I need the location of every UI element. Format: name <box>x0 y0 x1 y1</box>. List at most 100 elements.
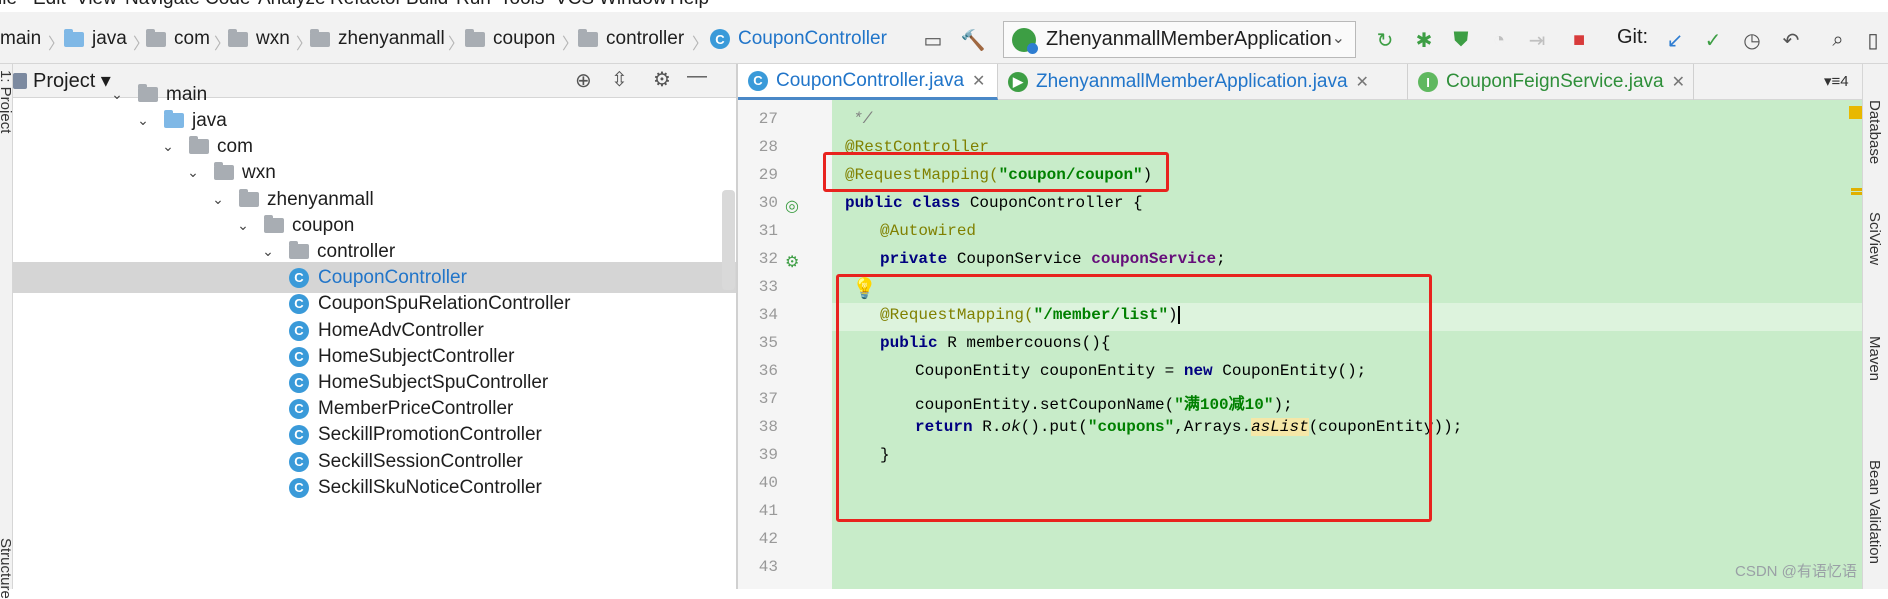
editor-tab-bar: C CouponController.java ✕ ▶ ZhenyanmallM… <box>738 64 1862 100</box>
package-icon <box>146 28 166 47</box>
breadcrumb-main[interactable]: main <box>0 26 41 52</box>
search-icon[interactable]: ⌕ <box>1823 26 1853 54</box>
tab-list-dropdown[interactable]: ▾≡4 <box>1824 72 1849 90</box>
close-icon[interactable]: ✕ <box>972 71 985 91</box>
project-scrollbar[interactable] <box>722 190 735 290</box>
menu-help[interactable]: Help <box>670 0 709 10</box>
tab-coupon-controller[interactable]: C CouponController.java ✕ <box>738 64 998 100</box>
project-tool-tab[interactable]: 1: Project <box>0 70 14 133</box>
profiler-icon[interactable]: ◔ <box>1484 26 1514 54</box>
git-label: Git: <box>1617 26 1649 48</box>
run-configuration-dropdown[interactable]: ZhenyanmallMemberApplication ⌄ <box>1003 21 1356 58</box>
breadcrumb-label: zhenyanmall <box>338 28 445 49</box>
tree-item-label: SeckillSkuNoticeController <box>318 476 542 498</box>
breadcrumb-label: controller <box>606 28 685 49</box>
database-tool-tab[interactable]: Database <box>1866 100 1883 164</box>
tab-label: CouponFeignService.java <box>1446 71 1664 92</box>
breadcrumb-label: CouponController <box>738 28 887 49</box>
breadcrumb-coupon[interactable]: coupon <box>465 26 555 52</box>
menu-build[interactable]: Build <box>406 0 448 10</box>
run-configurations-icon[interactable]: ▭ <box>918 26 948 54</box>
tab-label: ZhenyanmallMemberApplication.java <box>1036 71 1348 92</box>
breadcrumb-java[interactable]: java <box>64 26 127 52</box>
sciview-tool-tab[interactable]: SciView <box>1866 212 1883 265</box>
maven-tool-tab[interactable]: Maven <box>1866 336 1883 381</box>
menu-analyze[interactable]: Analyze <box>258 0 326 10</box>
rerun-icon[interactable]: ↻ <box>1370 26 1400 54</box>
rollback-icon[interactable]: ↶ <box>1776 26 1806 54</box>
class-icon: C <box>289 398 309 419</box>
menu-file[interactable]: ile <box>0 0 17 10</box>
structure-tool-tab[interactable]: Structure <box>0 538 14 599</box>
tree-item-class[interactable]: C SeckillSkuNoticeController <box>13 472 736 503</box>
breadcrumb-label: coupon <box>493 28 556 49</box>
breadcrumb-separator: 〉 <box>692 36 709 53</box>
menu-navigate[interactable]: Navigate <box>125 0 200 10</box>
close-icon[interactable]: ✕ <box>1672 72 1685 92</box>
breadcrumb-wxn[interactable]: wxn <box>228 26 290 52</box>
stop-icon[interactable]: ■ <box>1564 26 1594 54</box>
tree-item-label: CouponController <box>318 266 467 288</box>
chevron-down-icon: ⌄ <box>237 217 249 233</box>
right-tool-strip: Database SciView Maven Bean Validation <box>1862 64 1888 589</box>
build-hammer-icon[interactable]: 🔨 <box>958 26 988 54</box>
breadcrumb-controller[interactable]: controller <box>578 26 684 52</box>
scroll-marker <box>1851 192 1862 195</box>
close-icon[interactable]: ✕ <box>1356 72 1369 92</box>
git-history-icon[interactable]: ◷ <box>1737 26 1767 54</box>
tree-item-label: CouponSpuRelationController <box>318 292 571 314</box>
attach-icon[interactable]: ⇥ <box>1522 26 1552 54</box>
chevron-down-icon: ⌄ <box>262 243 274 259</box>
breadcrumb-zhenyanmall[interactable]: zhenyanmall <box>310 26 445 52</box>
class-icon: C <box>289 372 309 393</box>
folder-icon <box>138 84 158 102</box>
breadcrumb-separator: 〉 <box>562 36 579 53</box>
package-icon <box>239 189 259 207</box>
bean-validation-tool-tab[interactable]: Bean Validation <box>1866 460 1883 564</box>
menu-bar: ile Edit View Navigate Code Analyze Refa… <box>0 0 1888 10</box>
menu-refactor[interactable]: Refactor <box>330 0 402 10</box>
spring-boot-icon <box>1012 27 1038 54</box>
folder-icon <box>64 28 84 47</box>
navigation-bar: main 〉 java 〉 com 〉 wxn 〉 zhenyanmall 〉 … <box>0 12 1888 64</box>
git-commit-icon[interactable]: ✓ <box>1698 26 1728 54</box>
breadcrumb-separator: 〉 <box>448 36 465 53</box>
breadcrumb-label: main <box>0 28 42 49</box>
project-tree: ⌄ main ⌄ java ⌄ com ⌄ wxn ⌄ zhenyanmall ⌄ coup… <box>13 84 736 589</box>
tree-item-label: com <box>217 135 253 157</box>
menu-edit[interactable]: Edit <box>33 0 66 10</box>
debug-bug-icon[interactable]: ✱ <box>1409 26 1439 54</box>
coverage-shield-icon[interactable]: ⛊ <box>1446 26 1476 54</box>
menu-tools[interactable]: Tools <box>500 0 544 10</box>
breadcrumb-com[interactable]: com <box>146 26 210 52</box>
code-line-31: @Autowired <box>880 222 977 240</box>
menu-code[interactable]: Code <box>205 0 250 10</box>
class-icon: C <box>289 424 309 445</box>
run-configuration-label: ZhenyanmallMemberApplication <box>1046 28 1332 50</box>
watermark-text: CSDN @有语忆语 <box>1735 563 1857 580</box>
tab-member-application[interactable]: ▶ ZhenyanmallMemberApplication.java ✕ <box>998 64 1408 100</box>
tree-item-label: MemberPriceController <box>318 397 514 419</box>
code-line-32: private CouponService couponService; <box>880 250 1226 268</box>
tree-item-label: zhenyanmall <box>267 188 374 210</box>
tree-item-label: HomeSubjectSpuController <box>318 371 549 393</box>
git-update-icon[interactable]: ↙ <box>1660 26 1690 54</box>
spring-bean-icon[interactable]: ◎ <box>785 196 799 216</box>
class-icon: C <box>289 320 309 341</box>
chevron-down-icon: ⌄ <box>1331 30 1345 47</box>
warning-marker-icon[interactable] <box>1849 106 1862 119</box>
class-icon: C <box>289 451 309 472</box>
menu-window[interactable]: Window <box>599 0 667 10</box>
package-icon <box>578 28 598 47</box>
chevron-down-icon: ⌄ <box>187 164 199 180</box>
menu-vcs[interactable]: VCS <box>555 0 594 10</box>
tab-coupon-feign-service[interactable]: I CouponFeignService.java ✕ <box>1408 64 1694 100</box>
breadcrumb-coupon-controller[interactable]: C CouponController <box>710 26 887 52</box>
chevron-down-icon: ⌄ <box>137 112 149 128</box>
more-icon[interactable]: ▯ <box>1858 26 1888 54</box>
menu-view[interactable]: View <box>76 0 117 10</box>
spring-boot-icon: ▶ <box>1008 72 1028 92</box>
tree-item-label: java <box>192 109 227 131</box>
menu-run[interactable]: Run <box>456 0 491 10</box>
autowired-bean-icon[interactable]: ⚙ <box>785 252 799 272</box>
